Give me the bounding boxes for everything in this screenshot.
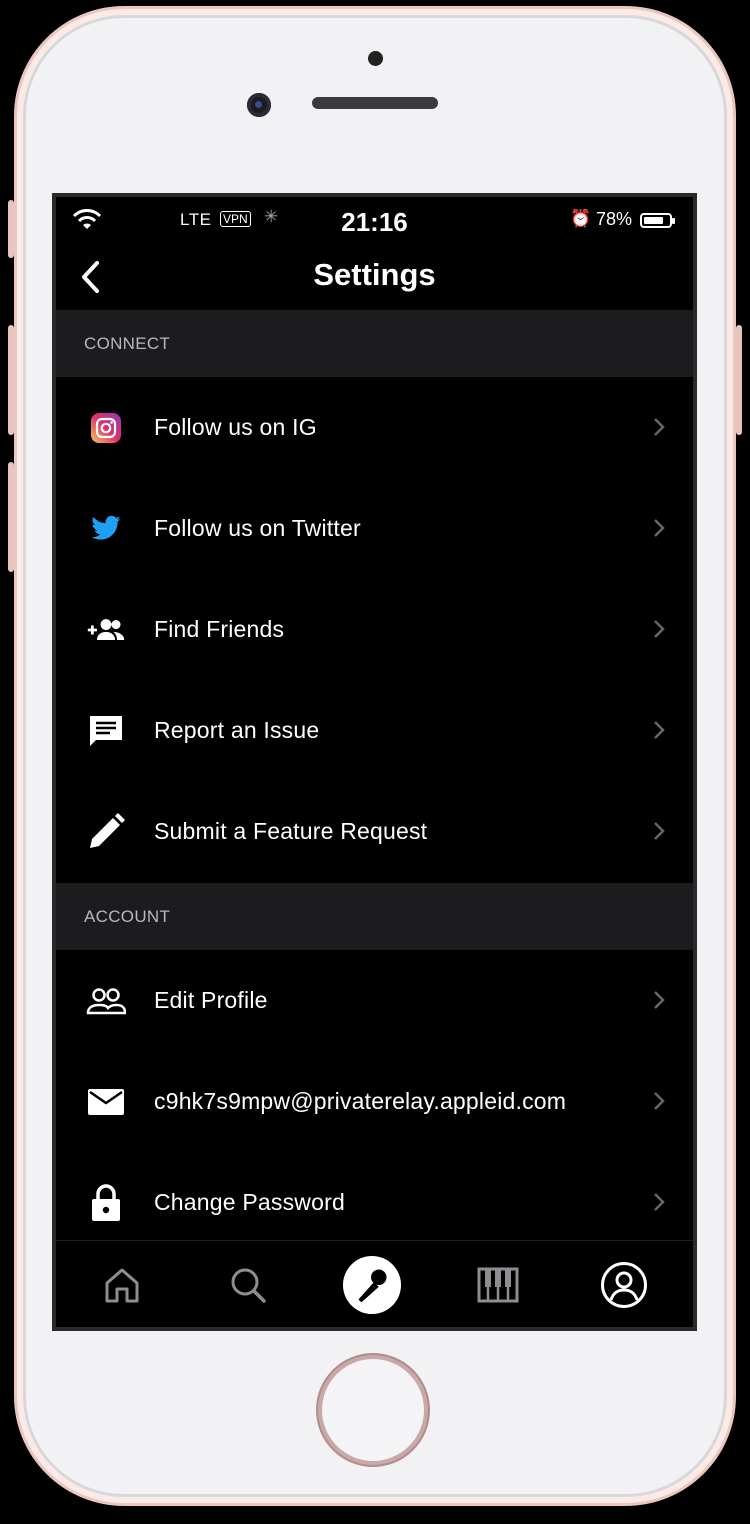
nav-bar: Settings <box>56 249 693 309</box>
row-report-issue[interactable]: Report an Issue <box>56 680 693 781</box>
section-header-account: ACCOUNT <box>56 883 693 950</box>
search-icon <box>231 1268 266 1303</box>
silent-switch <box>8 200 14 258</box>
piano-icon <box>477 1267 519 1303</box>
row-edit-profile[interactable]: Edit Profile <box>56 950 693 1051</box>
chevron-right-icon <box>653 417 665 442</box>
pencil-icon <box>86 812 126 852</box>
volume-up-button <box>8 325 14 435</box>
row-email[interactable]: c9hk7s9mpw@privaterelay.appleid.com <box>56 1051 693 1152</box>
chevron-right-icon <box>653 990 665 1015</box>
section-header-connect: CONNECT <box>56 310 693 377</box>
row-label: Edit Profile <box>154 987 268 1013</box>
row-label: Submit a Feature Request <box>154 818 428 844</box>
tab-profile[interactable] <box>594 1255 654 1315</box>
row-feature-request[interactable]: Submit a Feature Request <box>56 781 693 882</box>
row-follow-ig[interactable]: Follow us on IG <box>56 377 693 478</box>
tab-sing[interactable] <box>342 1255 402 1315</box>
row-label: c9hk7s9mpw@privaterelay.appleid.com <box>154 1088 567 1114</box>
tab-bar <box>56 1240 693 1327</box>
chevron-right-icon <box>653 619 665 644</box>
row-label: Find Friends <box>154 616 285 642</box>
chevron-right-icon <box>653 821 665 846</box>
chevron-right-icon <box>653 518 665 543</box>
home-icon <box>105 1268 139 1303</box>
battery-icon <box>640 213 675 228</box>
battery-percentage: 78% <box>596 209 633 229</box>
chevron-right-icon <box>653 1192 665 1217</box>
row-follow-twitter[interactable]: Follow us on Twitter <box>56 478 693 579</box>
front-camera <box>247 93 271 117</box>
screen: LTE VPN ✳ 21:16 ⏰ 78% Settings CONNECT F… <box>52 193 697 1331</box>
twitter-icon <box>86 509 126 549</box>
row-label: Report an Issue <box>154 717 320 743</box>
row-change-password[interactable]: Change Password <box>56 1152 693 1253</box>
row-label: Change Password <box>154 1189 345 1215</box>
earpiece-speaker <box>312 97 438 109</box>
tab-piano[interactable] <box>468 1255 528 1315</box>
lock-icon <box>86 1183 126 1223</box>
volume-down-button <box>8 462 14 572</box>
proximity-sensor <box>368 51 383 66</box>
row-find-friends[interactable]: Find Friends <box>56 579 693 680</box>
chevron-right-icon <box>653 720 665 745</box>
tab-home[interactable] <box>92 1255 152 1315</box>
instagram-icon <box>86 408 126 448</box>
alarm-icon: ⏰ <box>570 209 592 228</box>
tab-search[interactable] <box>218 1255 278 1315</box>
home-button[interactable] <box>318 1355 428 1465</box>
profile-icon <box>601 1262 647 1308</box>
power-button <box>736 325 742 435</box>
chevron-right-icon <box>653 1091 665 1116</box>
microphone-icon <box>342 1255 402 1315</box>
message-icon <box>86 711 126 751</box>
row-label: Follow us on Twitter <box>154 515 361 541</box>
people-icon <box>86 981 126 1021</box>
status-bar: LTE VPN ✳ 21:16 ⏰ 78% <box>56 197 693 249</box>
add-friends-icon <box>86 610 126 650</box>
page-title: Settings <box>313 257 436 292</box>
row-label: Follow us on IG <box>154 414 317 440</box>
envelope-icon <box>86 1082 126 1122</box>
